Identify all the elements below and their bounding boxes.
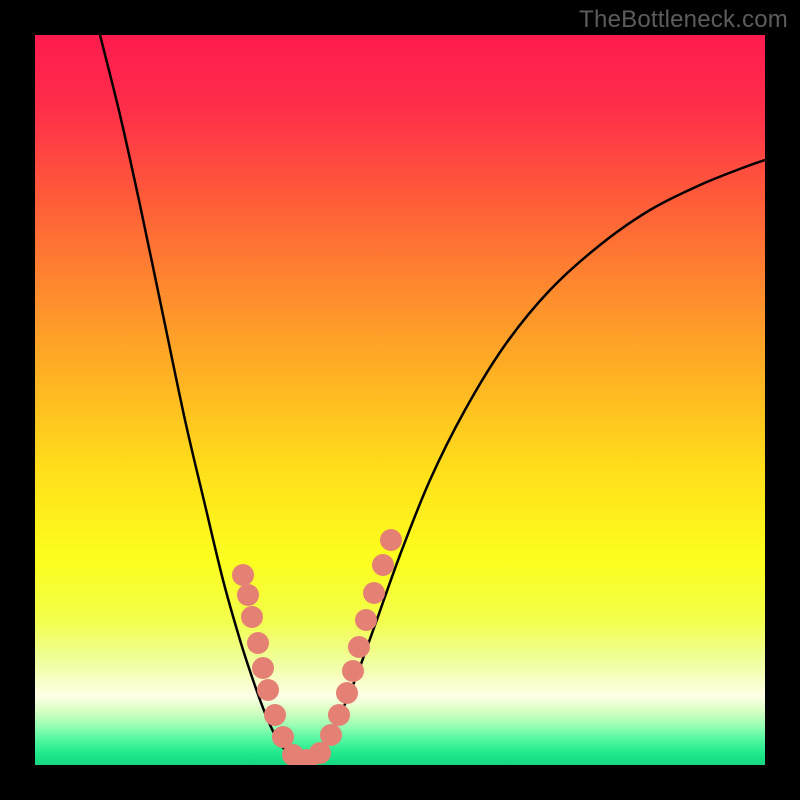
- data-dot: [372, 554, 394, 576]
- data-dot: [241, 606, 263, 628]
- data-dot: [232, 564, 254, 586]
- data-dot: [328, 704, 350, 726]
- data-dot: [237, 584, 259, 606]
- data-dot: [336, 682, 358, 704]
- data-dot: [247, 632, 269, 654]
- curve-dots: [232, 529, 402, 765]
- curve-left-curve: [100, 35, 305, 760]
- data-dot: [348, 636, 370, 658]
- data-dot: [320, 724, 342, 746]
- curve-paths: [100, 35, 765, 760]
- watermark-text: TheBottleneck.com: [579, 6, 788, 34]
- chart-curves-layer: [35, 35, 765, 765]
- data-dot: [355, 609, 377, 631]
- data-dot: [257, 679, 279, 701]
- data-dot: [342, 660, 364, 682]
- data-dot: [380, 529, 402, 551]
- data-dot: [264, 704, 286, 726]
- data-dot: [363, 582, 385, 604]
- data-dot: [252, 657, 274, 679]
- chart-frame: [35, 35, 765, 765]
- curve-right-curve: [305, 160, 765, 760]
